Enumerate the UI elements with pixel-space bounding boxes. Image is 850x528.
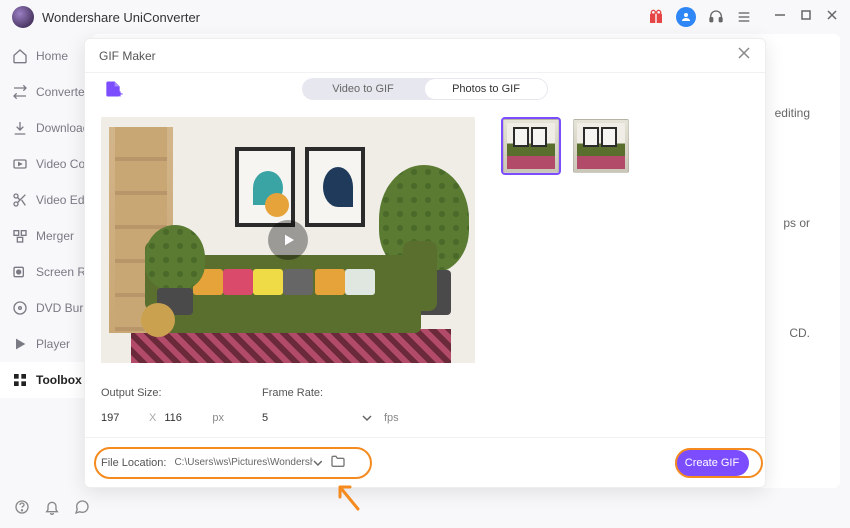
app-title: Wondershare UniConverter [42,10,648,25]
sidebar-item-toolbox[interactable]: Toolbox [0,362,92,398]
sidebar-item-converter[interactable]: Converter [0,74,92,110]
window-minimize-button[interactable] [774,8,786,26]
sidebar: Home Converter Downloader Video Compress… [0,34,92,398]
gift-icon[interactable] [648,9,664,25]
converter-icon [12,84,28,100]
app-logo-icon [12,6,34,28]
thumbnail[interactable] [503,119,559,173]
frame-rate-group: Frame Rate: 5 fps [262,387,399,429]
window-close-button[interactable] [826,8,838,26]
sidebar-item-label: Home [36,49,68,63]
user-avatar-icon[interactable] [676,7,696,27]
thumbnail[interactable] [573,119,629,173]
support-headset-icon[interactable] [708,9,724,25]
sidebar-item-screen-recorder[interactable]: Screen Recorder [0,254,92,290]
background-text: editing [775,106,810,120]
tab-video-to-gif[interactable]: Video to GIF [302,78,424,100]
svg-text:+: + [117,89,123,99]
titlebar: Wondershare UniConverter [0,0,850,34]
window-maximize-button[interactable] [800,8,812,26]
frame-rate-label: Frame Rate: [262,387,399,399]
frame-rate-unit: fps [384,412,399,424]
create-gif-button[interactable]: Create GIF [675,450,749,476]
sidebar-item-downloader[interactable]: Downloader [0,110,92,146]
hamburger-menu-icon[interactable] [736,9,752,25]
tab-photos-to-gif[interactable]: Photos to GIF [425,79,547,99]
download-icon [12,120,28,136]
modal-title: GIF Maker [99,49,737,63]
disc-icon [12,300,28,316]
scissors-icon [12,192,28,208]
size-separator: X [149,412,156,424]
sidebar-item-home[interactable]: Home [0,38,92,74]
output-size-group: Output Size: X px [101,387,224,429]
record-icon [12,264,28,280]
compress-icon [12,156,28,172]
background-text: CD. [789,326,810,340]
notifications-icon[interactable] [44,499,60,520]
gif-maker-modal: GIF Maker + Video to GIF Photos to GIF [84,38,766,488]
file-location-select[interactable]: C:\Users\ws\Pictures\Wondersh [174,452,322,474]
mode-toggle: Video to GIF Photos to GIF [302,78,548,100]
sidebar-item-label: Merger [36,229,74,243]
add-file-icon[interactable]: + [103,79,121,97]
toolbox-icon [12,372,28,388]
sidebar-item-video-editor[interactable]: Video Editor [0,182,92,218]
modal-close-button[interactable] [737,46,751,65]
frame-rate-value: 5 [262,412,268,424]
thumbnail-strip [503,117,629,363]
chevron-down-icon [362,413,372,423]
play-overlay-icon[interactable] [268,220,308,260]
browse-folder-button[interactable] [330,454,346,471]
merge-icon [12,228,28,244]
size-unit: px [212,412,224,424]
file-location-label: File Location: [101,457,166,469]
preview-image[interactable] [101,117,475,363]
output-height-input[interactable] [164,407,204,429]
sidebar-item-dvd-burner[interactable]: DVD Burner [0,290,92,326]
output-width-input[interactable] [101,407,141,429]
background-text: ps or [783,216,810,230]
sidebar-item-label: Converter [36,85,89,99]
chevron-down-icon [313,458,323,468]
sidebar-item-video-compressor[interactable]: Video Compressor [0,146,92,182]
sidebar-item-label: Player [36,337,70,351]
help-icon[interactable] [14,499,30,520]
file-location-path: C:\Users\ws\Pictures\Wondersh [174,457,312,468]
play-icon [12,336,28,352]
sidebar-item-label: Toolbox [36,373,82,387]
frame-rate-select[interactable]: 5 [262,407,376,429]
output-size-label: Output Size: [101,387,224,399]
annotation-arrow-icon [334,483,364,518]
home-icon [12,48,28,64]
sidebar-item-merger[interactable]: Merger [0,218,92,254]
sidebar-item-player[interactable]: Player [0,326,92,362]
feedback-icon[interactable] [74,499,90,520]
